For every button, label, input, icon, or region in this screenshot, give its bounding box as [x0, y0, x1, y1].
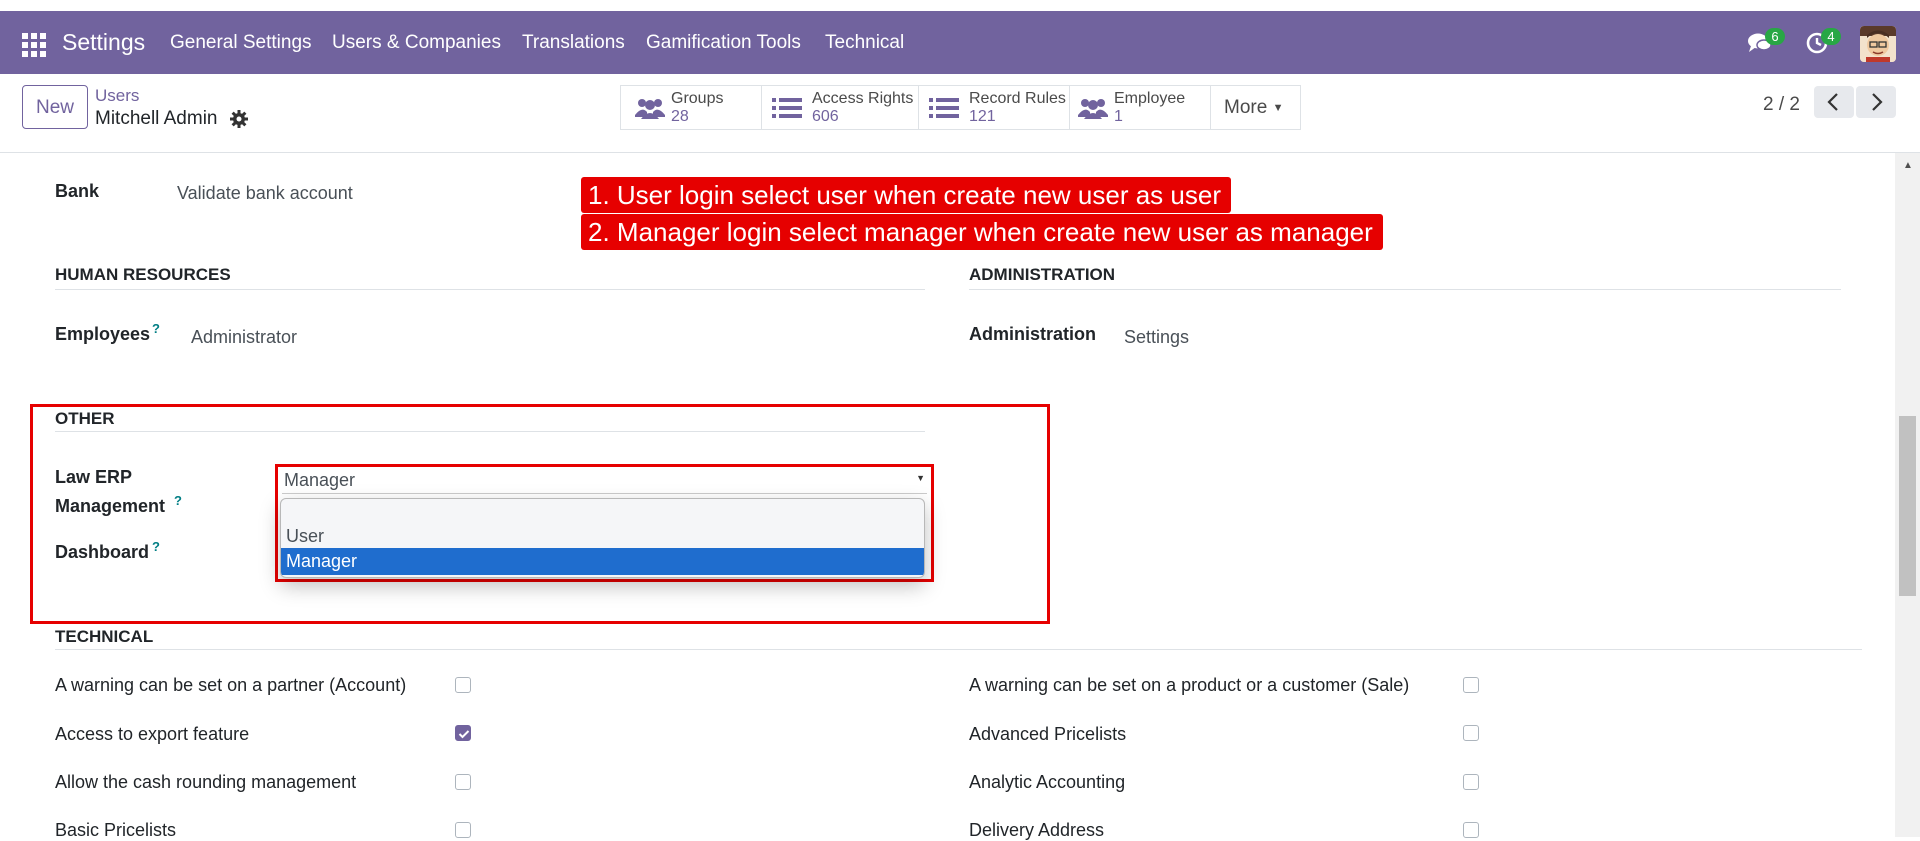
section-other: OTHER [55, 409, 115, 428]
smart-button-employee-count: 1 [1114, 108, 1123, 125]
list-icon [929, 97, 959, 124]
chevron-right-icon [1872, 93, 1883, 111]
pager-next-button[interactable] [1856, 86, 1896, 118]
tech-right-label-3: Delivery Address [969, 820, 1105, 840]
tech-left-label-0: A warning can be set on a partner (Accou… [55, 675, 407, 695]
menu-gamification-tools[interactable]: Gamification Tools [646, 11, 801, 74]
administration-label: Administration [969, 324, 1097, 344]
section-divider [55, 289, 925, 290]
administration-value[interactable]: Settings [1124, 327, 1189, 348]
section-divider [55, 649, 1862, 650]
law-erp-management-select[interactable]: Manager ▼ [282, 469, 927, 494]
more-dropdown-button[interactable]: More ▼ [1211, 86, 1300, 129]
tech-right-checkbox-3[interactable] [1463, 822, 1479, 838]
list-icon [772, 97, 802, 124]
tech-left-checkbox-3[interactable] [455, 822, 471, 838]
tech-left-label-1: Access to export feature [55, 724, 250, 744]
new-button[interactable]: New [22, 85, 88, 129]
smart-button-groups[interactable]: Groups 28 [621, 86, 762, 129]
user-avatar[interactable] [1860, 26, 1896, 62]
annotation-manager-login: 2. Manager login select manager when cre… [581, 214, 1383, 250]
employees-value[interactable]: Administrator [191, 327, 297, 348]
employees-label: Employees [55, 324, 151, 344]
dropdown-option-manager[interactable]: Manager [281, 548, 924, 575]
smart-button-record-rules-label: Record Rules [969, 90, 1066, 107]
chevron-left-icon [1827, 93, 1838, 111]
section-technical: TECHNICAL [55, 627, 154, 646]
menu-translations[interactable]: Translations [522, 11, 625, 74]
apps-menu-icon[interactable] [22, 33, 46, 57]
smart-buttons-bar: Groups 28 Access Rights 606 Record Rules… [620, 85, 1301, 130]
help-tooltip-icon[interactable]: ? [174, 493, 182, 508]
users-group-icon [1078, 97, 1108, 124]
checkmark-icon [458, 730, 470, 739]
caret-down-icon: ▼ [1272, 102, 1284, 114]
smart-button-access-rights-count: 606 [812, 108, 839, 125]
smart-button-access-rights[interactable]: Access Rights 606 [762, 86, 919, 129]
tech-left-checkbox-1[interactable] [455, 725, 471, 741]
top-navbar: Settings General Settings Users & Compan… [0, 11, 1920, 74]
help-tooltip-icon[interactable]: ? [152, 539, 160, 554]
menu-technical[interactable]: Technical [825, 11, 904, 74]
app-title[interactable]: Settings [62, 11, 145, 74]
menu-general-settings[interactable]: General Settings [170, 11, 312, 74]
scrollbar-thumb[interactable] [1899, 416, 1916, 596]
tech-left-label-2: Allow the cash rounding management [55, 772, 357, 792]
dropdown-option-user[interactable]: User [281, 521, 924, 548]
select-dropdown-list: User Manager [280, 498, 925, 578]
activities-count-badge: 4 [1821, 28, 1841, 45]
section-administration: ADMINISTRATION [969, 265, 1116, 284]
law-erp-label-line1: Law ERP [55, 467, 133, 487]
pager-previous-button[interactable] [1814, 86, 1854, 118]
smart-button-groups-label: Groups [671, 90, 724, 107]
tech-left-checkbox-0[interactable] [455, 677, 471, 693]
more-label: More [1224, 97, 1268, 118]
tech-right-checkbox-0[interactable] [1463, 677, 1479, 693]
smart-button-groups-count: 28 [671, 108, 689, 125]
law-erp-select-value: Manager [284, 470, 356, 490]
users-group-icon [635, 97, 665, 124]
menu-users-companies[interactable]: Users & Companies [332, 11, 501, 74]
annotation-user-login: 1. User login select user when create ne… [581, 177, 1231, 213]
section-human-resources: HUMAN RESOURCES [55, 265, 231, 284]
smart-button-employee-label: Employee [1114, 90, 1186, 107]
messages-icon[interactable]: 6 [1747, 28, 1785, 57]
smart-button-record-rules-count: 121 [969, 108, 996, 125]
messages-count-badge: 6 [1765, 28, 1785, 45]
breadcrumb-users-link[interactable]: Users [95, 86, 139, 106]
bank-label: Bank [55, 181, 100, 201]
tech-left-label-3: Basic Pricelists [55, 820, 177, 840]
help-tooltip-icon[interactable]: ? [152, 321, 160, 336]
dashboard-label: Dashboard [55, 542, 150, 562]
section-divider [969, 289, 1841, 290]
smart-button-access-rights-label: Access Rights [812, 90, 914, 107]
tech-right-checkbox-2[interactable] [1463, 774, 1479, 790]
gear-icon[interactable] [230, 110, 248, 128]
dropdown-option-empty[interactable] [281, 499, 924, 521]
tech-right-label-0: A warning can be set on a product or a c… [969, 675, 1410, 695]
caret-down-icon: ▼ [916, 473, 925, 483]
smart-button-employee[interactable]: Employee 1 [1070, 86, 1211, 129]
tech-right-label-1: Advanced Pricelists [969, 724, 1127, 744]
pager-counter[interactable]: 2 / 2 [1763, 94, 1800, 116]
breadcrumb-current-record: Mitchell Admin [95, 108, 218, 129]
section-divider [55, 431, 925, 432]
law-erp-label-line2: Management [55, 496, 166, 516]
scroll-up-arrow-icon[interactable]: ▲ [1903, 160, 1913, 171]
bank-value[interactable]: Validate bank account [177, 183, 353, 204]
smart-button-record-rules[interactable]: Record Rules 121 [919, 86, 1070, 129]
tech-right-label-2: Analytic Accounting [969, 772, 1126, 792]
tech-right-checkbox-1[interactable] [1463, 725, 1479, 741]
tech-left-checkbox-2[interactable] [455, 774, 471, 790]
activities-clock-icon[interactable]: 4 [1805, 28, 1841, 57]
